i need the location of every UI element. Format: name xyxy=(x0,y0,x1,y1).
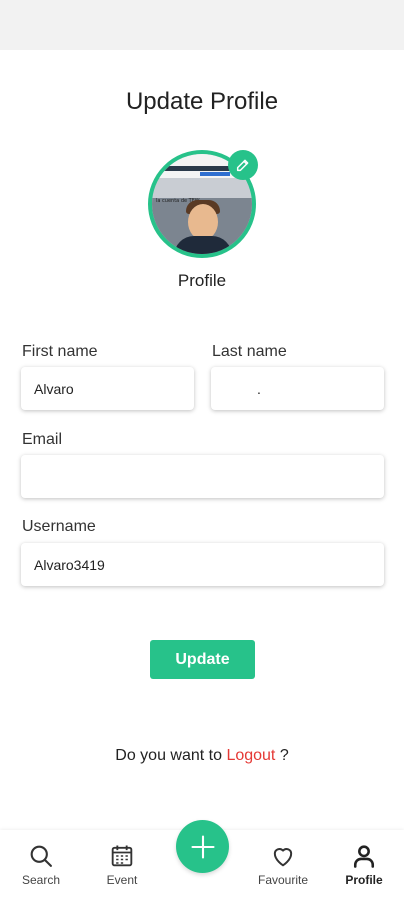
email-field-box[interactable] xyxy=(21,455,384,498)
logout-prompt-suffix: ? xyxy=(275,747,289,764)
avatar-photo-strip-accent xyxy=(200,172,230,176)
username-field-box[interactable] xyxy=(21,543,384,586)
nav-label-favourite: Favourite xyxy=(257,873,309,887)
pencil-icon xyxy=(236,159,249,172)
last-name-field-box[interactable] xyxy=(211,367,384,410)
username-label: Username xyxy=(22,518,96,535)
logout-link[interactable]: Logout xyxy=(226,747,275,764)
logout-prompt-text: Do you want to xyxy=(115,747,227,764)
username-input[interactable] xyxy=(21,543,384,586)
edit-avatar-button[interactable] xyxy=(228,150,258,180)
last-name-label: Last name xyxy=(212,343,287,360)
page-title: Update Profile xyxy=(125,88,279,115)
first-name-label: First name xyxy=(22,343,98,360)
search-icon xyxy=(30,845,52,867)
email-label: Email xyxy=(22,431,63,448)
status-bar xyxy=(0,0,404,50)
nav-item-event[interactable]: Event xyxy=(82,842,162,887)
last-name-input[interactable] xyxy=(211,367,384,410)
nav-item-favourite[interactable]: Favourite xyxy=(243,842,323,887)
avatar-photo-body xyxy=(174,236,232,254)
first-name-field-box[interactable] xyxy=(21,367,194,410)
avatar-container[interactable]: la cuenta de TFW xyxy=(148,150,258,258)
nav-label-profile: Profile xyxy=(345,873,383,887)
plus-icon xyxy=(190,834,215,859)
update-button[interactable]: Update xyxy=(150,640,255,679)
add-button[interactable] xyxy=(176,820,229,873)
logout-prompt: Do you want to Logout ? xyxy=(0,747,404,765)
person-icon xyxy=(353,845,375,868)
calendar-icon xyxy=(111,845,133,867)
nav-label-event: Event xyxy=(106,873,138,887)
nav-item-search[interactable]: Search xyxy=(1,842,81,887)
email-input[interactable] xyxy=(21,455,384,498)
avatar-photo-face xyxy=(188,204,218,240)
nav-label-search: Search xyxy=(21,873,61,887)
nav-item-profile[interactable]: Profile xyxy=(324,842,404,887)
heart-icon xyxy=(273,848,293,867)
avatar-label: Profile xyxy=(177,271,227,290)
first-name-input[interactable] xyxy=(21,367,194,410)
